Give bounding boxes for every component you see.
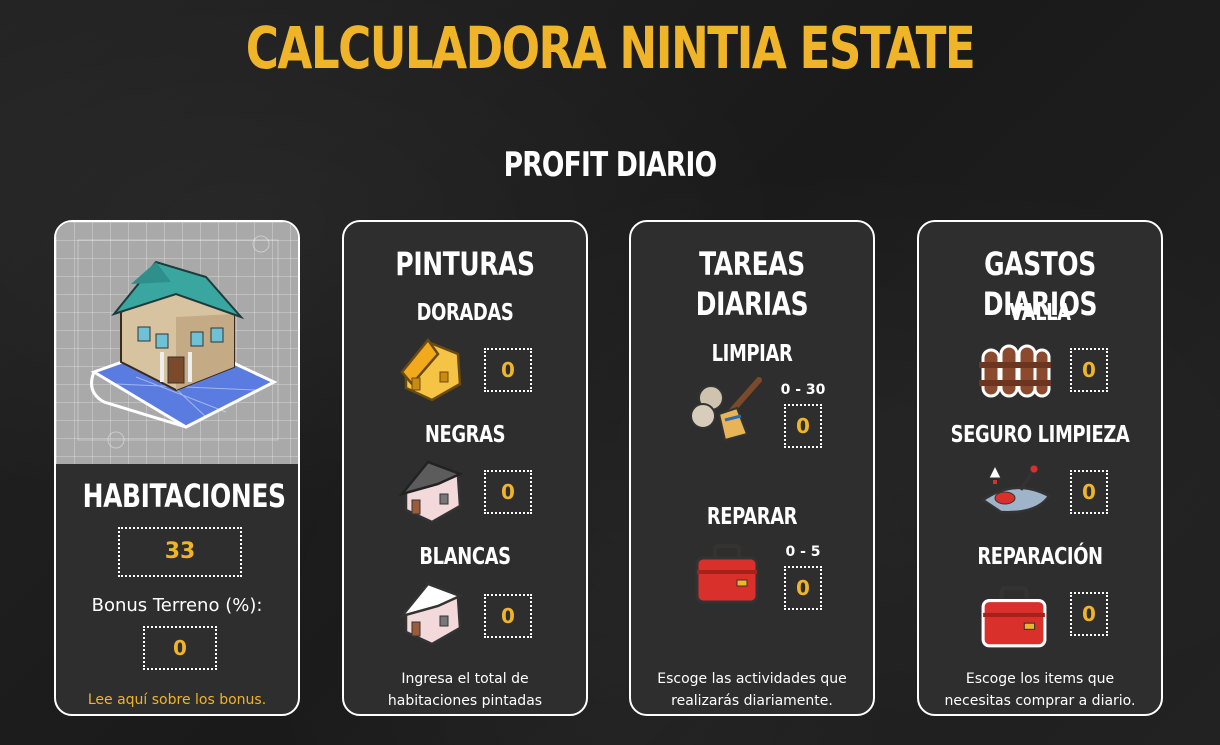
fence-icon: [979, 344, 1051, 398]
broom-icon: [690, 377, 762, 442]
rooms-input[interactable]: 33: [118, 527, 242, 577]
tareas-footer-line2: realizarás diariamente.: [671, 693, 833, 709]
blancas-input[interactable]: 0: [484, 594, 532, 638]
negras-input[interactable]: 0: [484, 470, 532, 514]
tareas-card: TAREAS DIARIAS LIMPIAR 0 - 30 0 REPARAR …: [629, 220, 875, 716]
reparacion-input[interactable]: 0: [1070, 592, 1108, 636]
reparacion-label: REPARACIÓN: [977, 544, 1103, 570]
tareas-footer-line1: Escoge las actividades que: [657, 671, 847, 687]
habitaciones-heading: HABITACIONES: [82, 477, 286, 515]
limpiar-range: 0 - 30: [780, 382, 826, 398]
gastos-card: GASTOS DIARIOS VALLA 0 SEGURO LIMPIEZA 0…: [917, 220, 1163, 716]
pinturas-footer-line1: Ingresa el total de: [401, 671, 529, 687]
white-house-icon: [398, 582, 464, 646]
reparar-input[interactable]: 0: [784, 566, 822, 610]
seguro-limpieza-input[interactable]: 0: [1070, 470, 1108, 514]
gold-house-icon: [400, 337, 462, 402]
valla-label: VALLA: [1009, 300, 1071, 326]
gastos-footer-line2: necesitas comprar a diario.: [944, 693, 1136, 709]
tareas-heading: TAREAS DIARIAS: [695, 245, 809, 323]
blancas-label: BLANCAS: [419, 544, 511, 570]
gastos-footer-line1: Escoge los items que: [965, 671, 1115, 687]
toolbox-icon: [981, 586, 1047, 648]
doradas-label: DORADAS: [416, 300, 514, 326]
reparar-range: 0 - 5: [785, 544, 821, 560]
page-title: CALCULADORA NINTIA ESTATE: [245, 14, 976, 82]
hero-image: [56, 222, 298, 464]
bonus-info-link[interactable]: Lee aquí sobre los bonus.: [56, 689, 298, 711]
limpiar-label: LIMPIAR: [711, 341, 793, 367]
reparar-label: REPARAR: [706, 504, 798, 530]
robot-vacuum-icon: [980, 464, 1051, 514]
pinturas-footer-line2: habitaciones pintadas: [387, 693, 543, 709]
limpiar-input[interactable]: 0: [784, 404, 822, 448]
pinturas-heading: PINTURAS: [395, 245, 535, 283]
seguro-limpieza-label: SEGURO LIMPIEZA: [950, 422, 1130, 448]
bonus-label: Bonus Terreno (%):: [91, 595, 263, 616]
habitaciones-card: HABITACIONES 33 Bonus Terreno (%): 0 Lee…: [54, 220, 300, 716]
toolbox-icon: [695, 544, 759, 604]
section-subtitle: PROFIT DIARIO: [503, 145, 718, 185]
black-house-icon: [398, 460, 464, 524]
house-blueprint-icon: [77, 235, 279, 449]
doradas-input[interactable]: 0: [484, 348, 532, 392]
valla-input[interactable]: 0: [1070, 348, 1108, 392]
pinturas-card: PINTURAS DORADAS 0 NEGRAS 0 BLANCAS 0 In…: [342, 220, 588, 716]
negras-label: NEGRAS: [424, 422, 506, 448]
bonus-input[interactable]: 0: [143, 626, 217, 670]
